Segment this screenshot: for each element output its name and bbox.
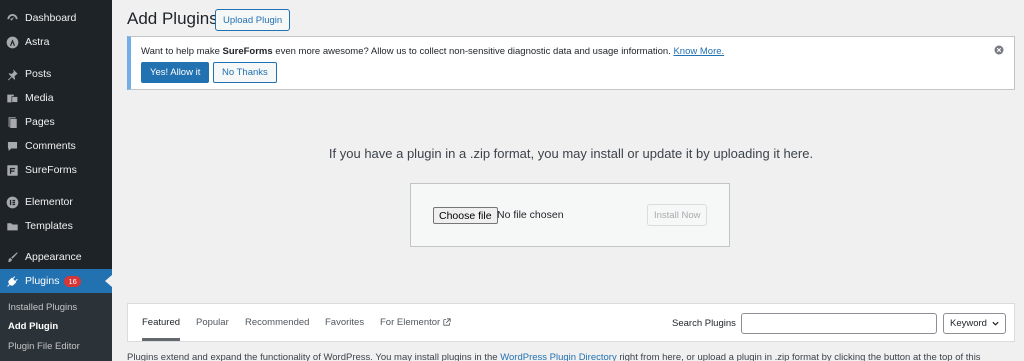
external-link-icon [443, 318, 451, 326]
upload-plugin-button[interactable]: Upload Plugin [215, 9, 291, 31]
choose-file-button[interactable]: Choose file [433, 207, 498, 224]
sidebar-item-astra[interactable]: Astra [0, 30, 112, 54]
sidebar-item-sureforms[interactable]: SureForms [0, 158, 112, 182]
tab-for-elementor[interactable]: For Elementor [380, 304, 451, 341]
sidebar-item-media[interactable]: Media [0, 86, 112, 110]
intro-text-end: right from here, or upload a plugin in .… [616, 352, 981, 361]
admin-sidebar: Dashboard Astra Posts Media Pages Commen… [0, 0, 112, 361]
folder-icon [5, 219, 19, 233]
tab-favorites[interactable]: Favorites [325, 304, 364, 341]
tab-for-elementor-label: For Elementor [380, 317, 441, 328]
no-thanks-button[interactable]: No Thanks [213, 62, 277, 83]
sidebar-item-label: Pages [25, 116, 55, 128]
allow-tracking-button[interactable]: Yes! Allow it [141, 62, 210, 83]
sureforms-notice: Want to help make SureForms even more aw… [127, 36, 1015, 90]
media-icon [5, 91, 19, 105]
submenu-plugin-file-editor[interactable]: Plugin File Editor [8, 341, 80, 352]
search-plugins-input[interactable] [741, 313, 937, 334]
sidebar-item-label: Dashboard [25, 12, 77, 24]
sidebar-item-pages[interactable]: Pages [0, 110, 112, 134]
comments-icon [5, 139, 19, 153]
submenu-add-plugin[interactable]: Add Plugin [8, 321, 58, 332]
sureforms-icon [5, 163, 19, 177]
elementor-icon [5, 195, 19, 209]
plugin-filter-bar: Featured Popular Recommended Favorites F… [127, 303, 1015, 342]
pages-icon [5, 115, 19, 129]
upload-form: Choose file No file chosen Install Now [410, 183, 730, 247]
sidebar-item-label: SureForms [25, 164, 77, 176]
sidebar-item-plugins[interactable]: Plugins 16 [0, 269, 112, 293]
plugin-directory-link[interactable]: WordPress Plugin Directory [500, 352, 617, 361]
chevron-down-icon [992, 321, 999, 326]
plugins-submenu: Installed Plugins Add Plugin Plugin File… [0, 293, 112, 361]
sidebar-item-label: Plugins [25, 275, 60, 287]
sidebar-item-label: Comments [25, 140, 76, 152]
sidebar-item-label: Astra [25, 36, 50, 48]
brush-icon [5, 250, 19, 264]
astra-icon [5, 35, 19, 49]
sidebar-item-dashboard[interactable]: Dashboard [0, 6, 112, 30]
notice-text-end: even more awesome? Allow us to collect n… [272, 46, 674, 57]
sidebar-item-posts[interactable]: Posts [0, 62, 112, 86]
tab-popular[interactable]: Popular [196, 304, 229, 341]
active-menu-arrow [105, 275, 112, 287]
sidebar-item-label: Templates [25, 220, 73, 232]
sidebar-item-label: Elementor [25, 196, 73, 208]
update-count-badge: 16 [64, 275, 81, 287]
notice-message: Want to help make SureForms even more aw… [141, 46, 724, 57]
page-title: Add Plugins [127, 9, 218, 28]
tab-recommended[interactable]: Recommended [245, 304, 309, 341]
sidebar-item-label: Appearance [25, 251, 82, 263]
sidebar-item-comments[interactable]: Comments [0, 134, 112, 158]
dashboard-icon [5, 11, 19, 25]
know-more-link[interactable]: Know More. [673, 46, 724, 57]
sidebar-item-appearance[interactable]: Appearance [0, 245, 112, 269]
notice-brand: SureForms [222, 46, 273, 57]
search-plugins-label: Search Plugins [672, 318, 736, 329]
upload-instructions: If you have a plugin in a .zip format, y… [328, 146, 814, 161]
search-type-select[interactable]: Keyword [943, 313, 1006, 334]
search-type-value: Keyword [950, 318, 987, 329]
plugins-intro-text: Plugins extend and expand the functional… [127, 352, 981, 361]
intro-text-start: Plugins extend and expand the functional… [127, 352, 501, 361]
dismiss-icon[interactable] [994, 45, 1004, 55]
file-status-text: No file chosen [497, 209, 564, 221]
tab-featured[interactable]: Featured [142, 304, 181, 341]
sidebar-item-label: Media [25, 92, 54, 104]
install-now-button[interactable]: Install Now [647, 204, 708, 226]
submenu-installed-plugins[interactable]: Installed Plugins [8, 302, 77, 313]
notice-text-start: Want to help make [141, 46, 223, 57]
plugin-icon [5, 274, 19, 288]
sidebar-item-templates[interactable]: Templates [0, 214, 112, 238]
sidebar-item-label: Posts [25, 68, 52, 80]
sidebar-item-elementor[interactable]: Elementor [0, 190, 112, 214]
pin-icon [5, 67, 19, 81]
